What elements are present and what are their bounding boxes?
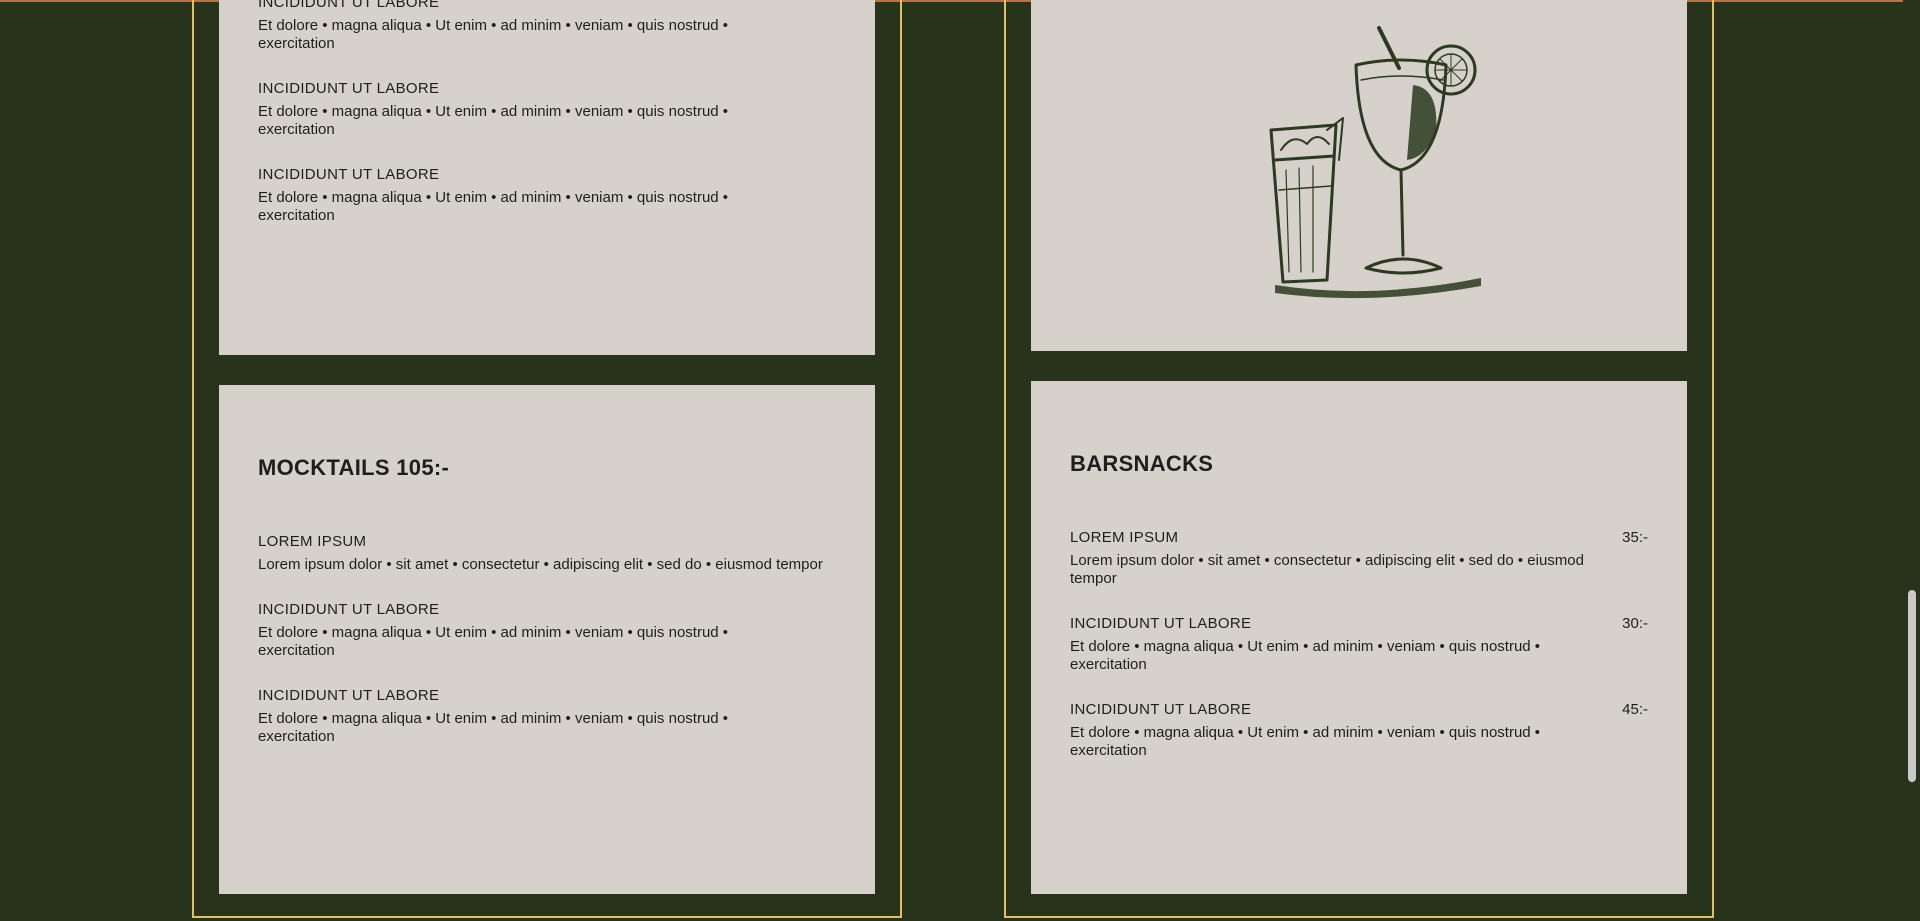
menu-item: INCIDIDUNT UT LABORE 30:- Et dolore • ma… (1070, 614, 1648, 674)
menu-item-price: 45:- (1622, 701, 1648, 718)
menu-item-price: 35:- (1622, 529, 1648, 546)
menu-item-name: INCIDIDUNT UT LABORE (258, 0, 440, 11)
menu-item-description: Et dolore • magna aliqua • Ut enim • ad … (1070, 724, 1541, 759)
menu-card-top-left: INCIDIDUNT UT LABORE Et dolore • magna a… (219, 0, 875, 355)
menu-item-list: LOREM IPSUM 35:- Lorem ipsum dolor • sit… (1070, 528, 1648, 786)
menu-item: INCIDIDUNT UT LABORE Et dolore • magna a… (258, 0, 836, 53)
vertical-scrollbar[interactable] (1903, 0, 1920, 921)
scrollbar-thumb[interactable] (1908, 590, 1916, 782)
menu-item-list: INCIDIDUNT UT LABORE Et dolore • magna a… (258, 0, 836, 251)
cocktail-glasses-illustration (1269, 26, 1481, 299)
menu-item-name: LOREM IPSUM (1070, 529, 1179, 546)
menu-item-price: 30:- (1622, 615, 1648, 632)
menu-card-illustration (1031, 0, 1687, 351)
menu-item-name: INCIDIDUNT UT LABORE (258, 80, 440, 97)
menu-item: INCIDIDUNT UT LABORE Et dolore • magna a… (258, 165, 836, 225)
menu-item-description: Et dolore • magna aliqua • Ut enim • ad … (258, 17, 729, 52)
menu-card-mocktails: MOCKTAILS 105:- LOREM IPSUM Lorem ipsum … (219, 385, 875, 894)
menu-item: INCIDIDUNT UT LABORE 45:- Et dolore • ma… (1070, 700, 1648, 760)
menu-item-description: Et dolore • magna aliqua • Ut enim • ad … (258, 189, 729, 224)
menu-item-name: INCIDIDUNT UT LABORE (1070, 701, 1252, 718)
menu-item-name: INCIDIDUNT UT LABORE (258, 687, 440, 704)
menu-item-list: LOREM IPSUM Lorem ipsum dolor • sit amet… (258, 532, 836, 772)
menu-item-description: Et dolore • magna aliqua • Ut enim • ad … (258, 103, 729, 138)
menu-item-description: Et dolore • magna aliqua • Ut enim • ad … (258, 710, 729, 745)
menu-item: INCIDIDUNT UT LABORE Et dolore • magna a… (258, 686, 836, 746)
menu-item: INCIDIDUNT UT LABORE Et dolore • magna a… (258, 600, 836, 660)
menu-item-description: Et dolore • magna aliqua • Ut enim • ad … (258, 624, 729, 659)
section-title: BARSNACKS (1070, 451, 1214, 476)
menu-item-name: INCIDIDUNT UT LABORE (258, 601, 440, 618)
section-title: MOCKTAILS 105:- (258, 455, 450, 480)
menu-item: LOREM IPSUM Lorem ipsum dolor • sit amet… (258, 532, 836, 574)
menu-item-name: INCIDIDUNT UT LABORE (258, 166, 440, 183)
menu-item-description: Et dolore • magna aliqua • Ut enim • ad … (1070, 638, 1541, 673)
menu-card-barsnacks: BARSNACKS LOREM IPSUM 35:- Lorem ipsum d… (1031, 381, 1687, 894)
menu-item: LOREM IPSUM 35:- Lorem ipsum dolor • sit… (1070, 528, 1648, 588)
menu-item-description: Lorem ipsum dolor • sit amet • consectet… (258, 556, 823, 573)
menu-item-name: LOREM IPSUM (258, 533, 367, 550)
menu-item-name: INCIDIDUNT UT LABORE (1070, 615, 1252, 632)
menu-item: INCIDIDUNT UT LABORE Et dolore • magna a… (258, 79, 836, 139)
menu-item-description: Lorem ipsum dolor • sit amet • consectet… (1070, 552, 1584, 587)
